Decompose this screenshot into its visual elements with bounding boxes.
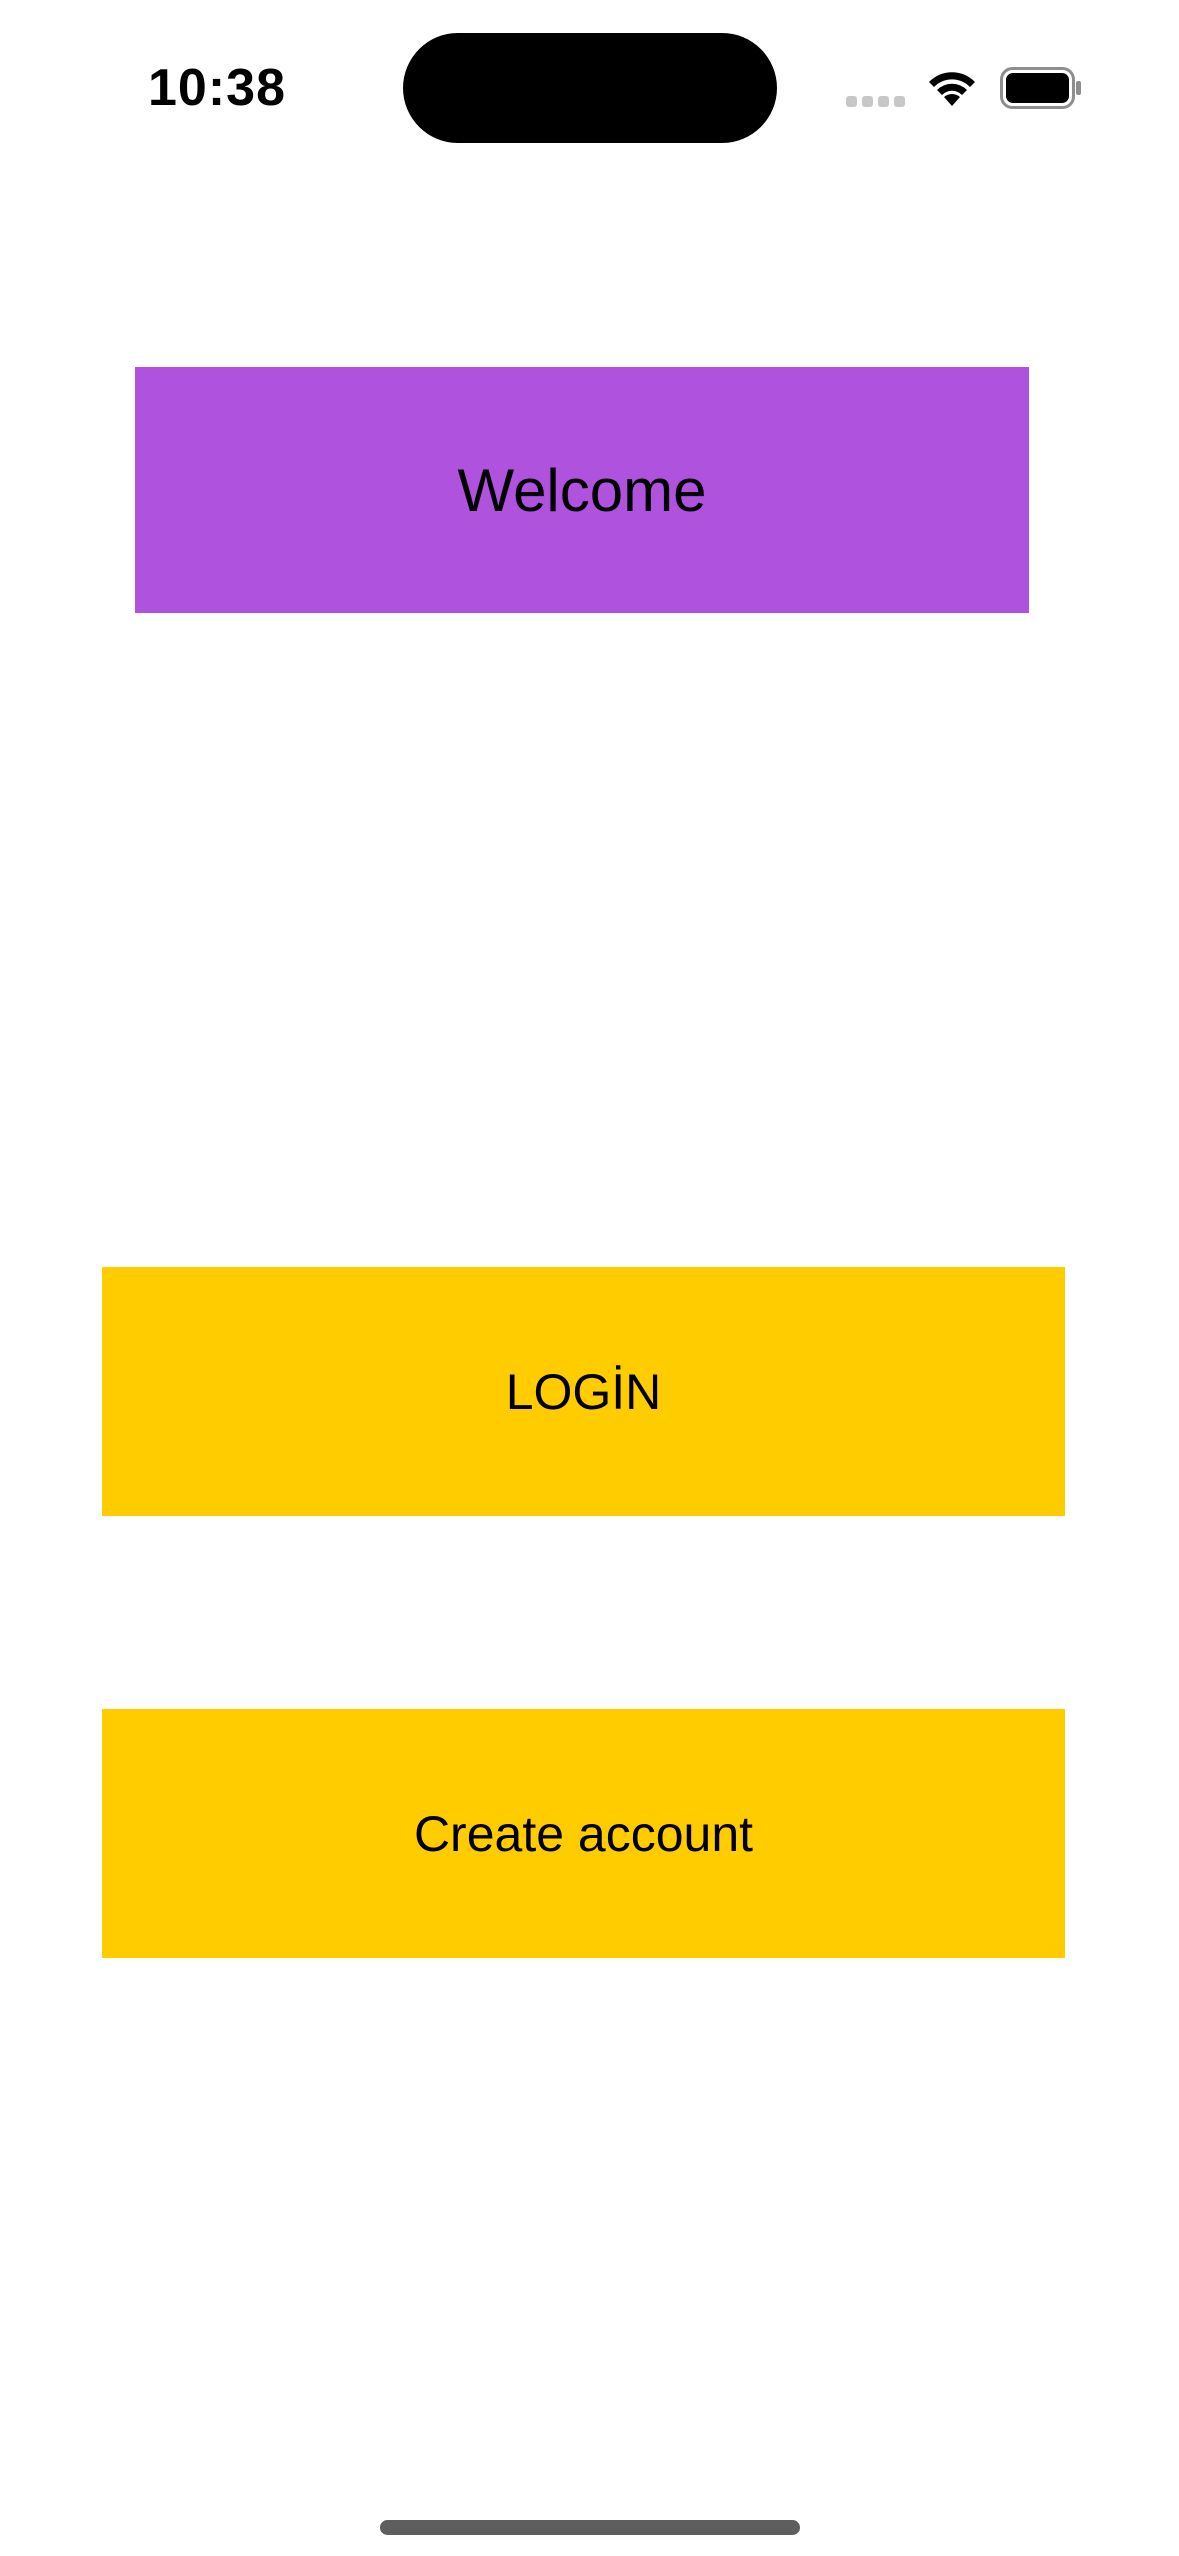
login-button-label: LOGİN xyxy=(505,1363,662,1420)
status-bar: 10:38 xyxy=(0,0,1179,180)
create-account-button[interactable]: Create account xyxy=(102,1709,1065,1958)
signal-dots-icon xyxy=(846,96,906,108)
create-account-button-label: Create account xyxy=(413,1805,754,1862)
dynamic-island xyxy=(403,33,777,143)
welcome-title: Welcome xyxy=(457,456,707,524)
battery-icon xyxy=(1000,67,1081,109)
login-button[interactable]: LOGİN xyxy=(102,1267,1065,1516)
status-time: 10:38 xyxy=(148,59,286,117)
welcome-banner: Welcome xyxy=(135,367,1029,613)
home-indicator[interactable] xyxy=(380,2520,800,2535)
wifi-icon xyxy=(929,72,975,106)
